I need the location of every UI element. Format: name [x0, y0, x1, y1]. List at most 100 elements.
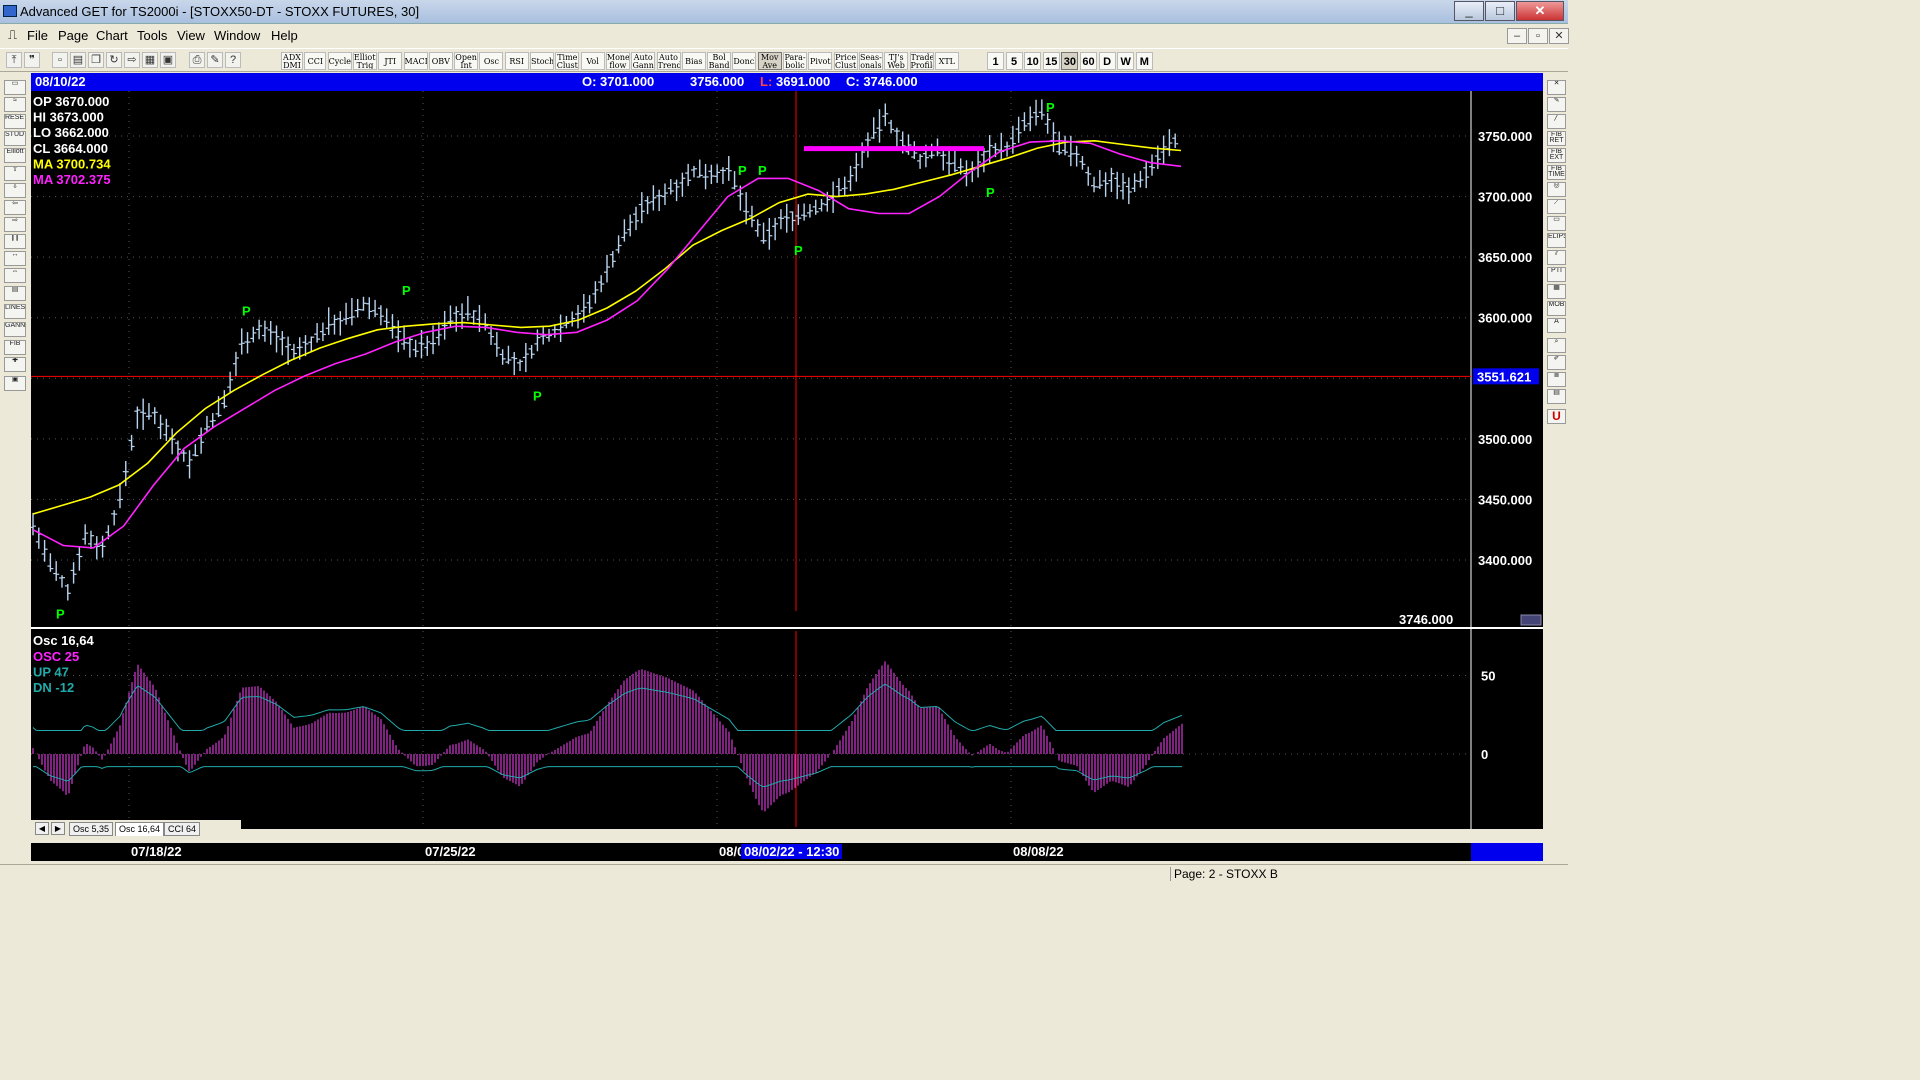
- forward-icon[interactable]: ⇨: [124, 52, 140, 68]
- grid-tool-icon[interactable]: ▦: [1547, 284, 1566, 299]
- period-button-5[interactable]: 5: [1005, 52, 1023, 70]
- tab-scroll-left[interactable]: ◀: [35, 822, 49, 835]
- layout-icon[interactable]: ▣: [160, 52, 176, 68]
- study-button-donch[interactable]: Donch: [732, 52, 757, 70]
- menu-file[interactable]: File: [27, 28, 48, 43]
- menu-window[interactable]: Window: [214, 28, 260, 43]
- fib-ext-icon[interactable]: FIB EXT: [1547, 148, 1566, 163]
- period-button-15[interactable]: 15: [1042, 52, 1060, 70]
- fan-icon[interactable]: ⟋: [1547, 199, 1566, 214]
- quote-icon[interactable]: ❞: [24, 52, 40, 68]
- minimize-button[interactable]: _: [1454, 1, 1484, 21]
- study-button-movave[interactable]: Mov Ave: [757, 52, 782, 70]
- fib-icon[interactable]: FIB: [4, 340, 26, 355]
- maximize-button[interactable]: □: [1485, 1, 1515, 21]
- menu-help[interactable]: Help: [271, 28, 298, 43]
- study-button-cycles[interactable]: Cycles: [327, 52, 352, 70]
- levels-icon[interactable]: ≣: [1547, 372, 1566, 387]
- study-button-priceclust[interactable]: Price Clust: [833, 52, 858, 70]
- open-icon[interactable]: ▤: [70, 52, 86, 68]
- period-button-60[interactable]: 60: [1080, 52, 1097, 70]
- study-button-obv[interactable]: OBV: [428, 52, 453, 70]
- study-button-moneyflow[interactable]: Moneyflow: [605, 52, 630, 70]
- study-button-elliotttrig[interactable]: Elliott Trig: [352, 52, 377, 70]
- expand-icon[interactable]: ↔: [4, 251, 26, 266]
- period-button-w[interactable]: W: [1117, 52, 1135, 70]
- tip-icon[interactable]: ✎: [207, 52, 223, 68]
- undo-icon[interactable]: U: [1547, 409, 1566, 424]
- cross-tool-icon[interactable]: ✕: [1547, 80, 1566, 95]
- channel-icon[interactable]: ⫽: [1547, 250, 1566, 265]
- copy-icon[interactable]: ❐: [88, 52, 104, 68]
- arrow-up-icon[interactable]: ⇧: [4, 166, 26, 181]
- text-tool-icon[interactable]: A: [1547, 318, 1566, 333]
- notes-icon[interactable]: ▤: [1547, 389, 1566, 404]
- study-button-jti[interactable]: JTI: [378, 52, 403, 70]
- folder-icon[interactable]: ▭: [4, 80, 26, 95]
- save-icon[interactable]: ▣: [4, 376, 26, 391]
- study-button-parabolic[interactable]: Para-bolic: [783, 52, 807, 70]
- circle-tool-icon[interactable]: ◎: [1547, 182, 1566, 197]
- compress-icon[interactable]: ⇔: [4, 268, 26, 283]
- table-icon[interactable]: ▤: [4, 286, 26, 301]
- study-button-vol[interactable]: Vol: [580, 52, 605, 70]
- study-button-adxdmi[interactable]: ADX DMI: [281, 52, 303, 70]
- tab-osc-16-64[interactable]: Osc 16,64: [115, 822, 165, 836]
- gann-icon[interactable]: GANN: [4, 322, 26, 337]
- new-icon[interactable]: ▫: [52, 52, 68, 68]
- mdi-restore-button[interactable]: ▫: [1528, 28, 1548, 44]
- study-button-autogann[interactable]: Auto Gann: [631, 52, 656, 70]
- pti-icon[interactable]: PTI: [1547, 267, 1566, 282]
- fib-ret-icon[interactable]: FIB RET: [1547, 131, 1566, 146]
- ellipse-icon[interactable]: ELIPS: [1547, 233, 1566, 248]
- arrow-right-icon[interactable]: ⇨: [4, 217, 26, 232]
- crosshair-icon[interactable]: ✚: [4, 357, 26, 372]
- tab-scroll-right[interactable]: ▶: [51, 822, 65, 835]
- study-button-xtl[interactable]: XTL: [934, 52, 959, 70]
- period-button-m[interactable]: M: [1135, 52, 1153, 70]
- period-button-30[interactable]: 30: [1061, 52, 1079, 70]
- period-button-1[interactable]: 1: [987, 52, 1004, 70]
- mdi-minimize-button[interactable]: ‒: [1507, 28, 1527, 44]
- arrow-left-icon[interactable]: ⇦: [4, 200, 26, 215]
- box-tool-icon[interactable]: ▭: [1547, 216, 1566, 231]
- study-button-tradeprofile[interactable]: TradeProfile: [909, 52, 934, 70]
- study-button-pivot[interactable]: Pivot: [808, 52, 833, 70]
- study-button-rsi[interactable]: RSI: [504, 52, 529, 70]
- study-button-openint[interactable]: Open Int: [454, 52, 479, 70]
- study-button-timeclust[interactable]: Time Clust: [555, 52, 580, 70]
- study-button-macd[interactable]: MACD: [403, 52, 428, 70]
- menu-page[interactable]: Page: [58, 28, 88, 43]
- study-button-osc[interactable]: Osc: [479, 52, 504, 70]
- arrow-down-icon[interactable]: ⇩: [4, 183, 26, 198]
- menu-tools[interactable]: Tools: [137, 28, 167, 43]
- period-button-d[interactable]: D: [1098, 52, 1116, 70]
- pointer-icon[interactable]: ⤒: [6, 52, 22, 68]
- menu-chart[interactable]: Chart: [96, 28, 128, 43]
- wave-icon[interactable]: ≈: [4, 97, 26, 112]
- tab-cci-64[interactable]: CCI 64: [164, 822, 201, 836]
- study-button-seasonals[interactable]: Seas-onals: [858, 52, 883, 70]
- lines-icon[interactable]: LINES: [4, 304, 26, 319]
- trendline-icon[interactable]: ╱: [1547, 114, 1566, 129]
- menu-view[interactable]: View: [177, 28, 205, 43]
- zoom-icon[interactable]: ⌕: [1547, 338, 1566, 353]
- refresh-icon[interactable]: ↻: [106, 52, 122, 68]
- study-button-bias[interactable]: Bias: [681, 52, 706, 70]
- chart-canvas[interactable]: 3750.0003700.0003650.0003600.0003550.000…: [31, 91, 1543, 829]
- bars-icon[interactable]: ┃┃: [4, 234, 26, 249]
- study-button-cci[interactable]: CCI: [304, 52, 327, 70]
- reset-icon[interactable]: RESET: [4, 114, 26, 129]
- pencil-icon[interactable]: ✎: [1547, 97, 1566, 112]
- tab-osc-5-35[interactable]: Osc 5,35: [69, 822, 114, 836]
- mdi-close-button[interactable]: ✕: [1549, 28, 1569, 44]
- study-button-autotrend[interactable]: Auto Trend: [656, 52, 681, 70]
- study-button-tjsweb[interactable]: TJ's Web: [884, 52, 909, 70]
- grid-icon[interactable]: ▦: [142, 52, 158, 68]
- period-button-10[interactable]: 10: [1024, 52, 1042, 70]
- elliott-icon[interactable]: Elliott: [4, 148, 26, 163]
- chart-area[interactable]: 3750.0003700.0003650.0003600.0003550.000…: [31, 91, 1543, 829]
- mob-icon[interactable]: MOB: [1547, 301, 1566, 316]
- print-icon[interactable]: ⎙: [189, 52, 205, 68]
- study-button-bolband[interactable]: Bol Band: [707, 52, 732, 70]
